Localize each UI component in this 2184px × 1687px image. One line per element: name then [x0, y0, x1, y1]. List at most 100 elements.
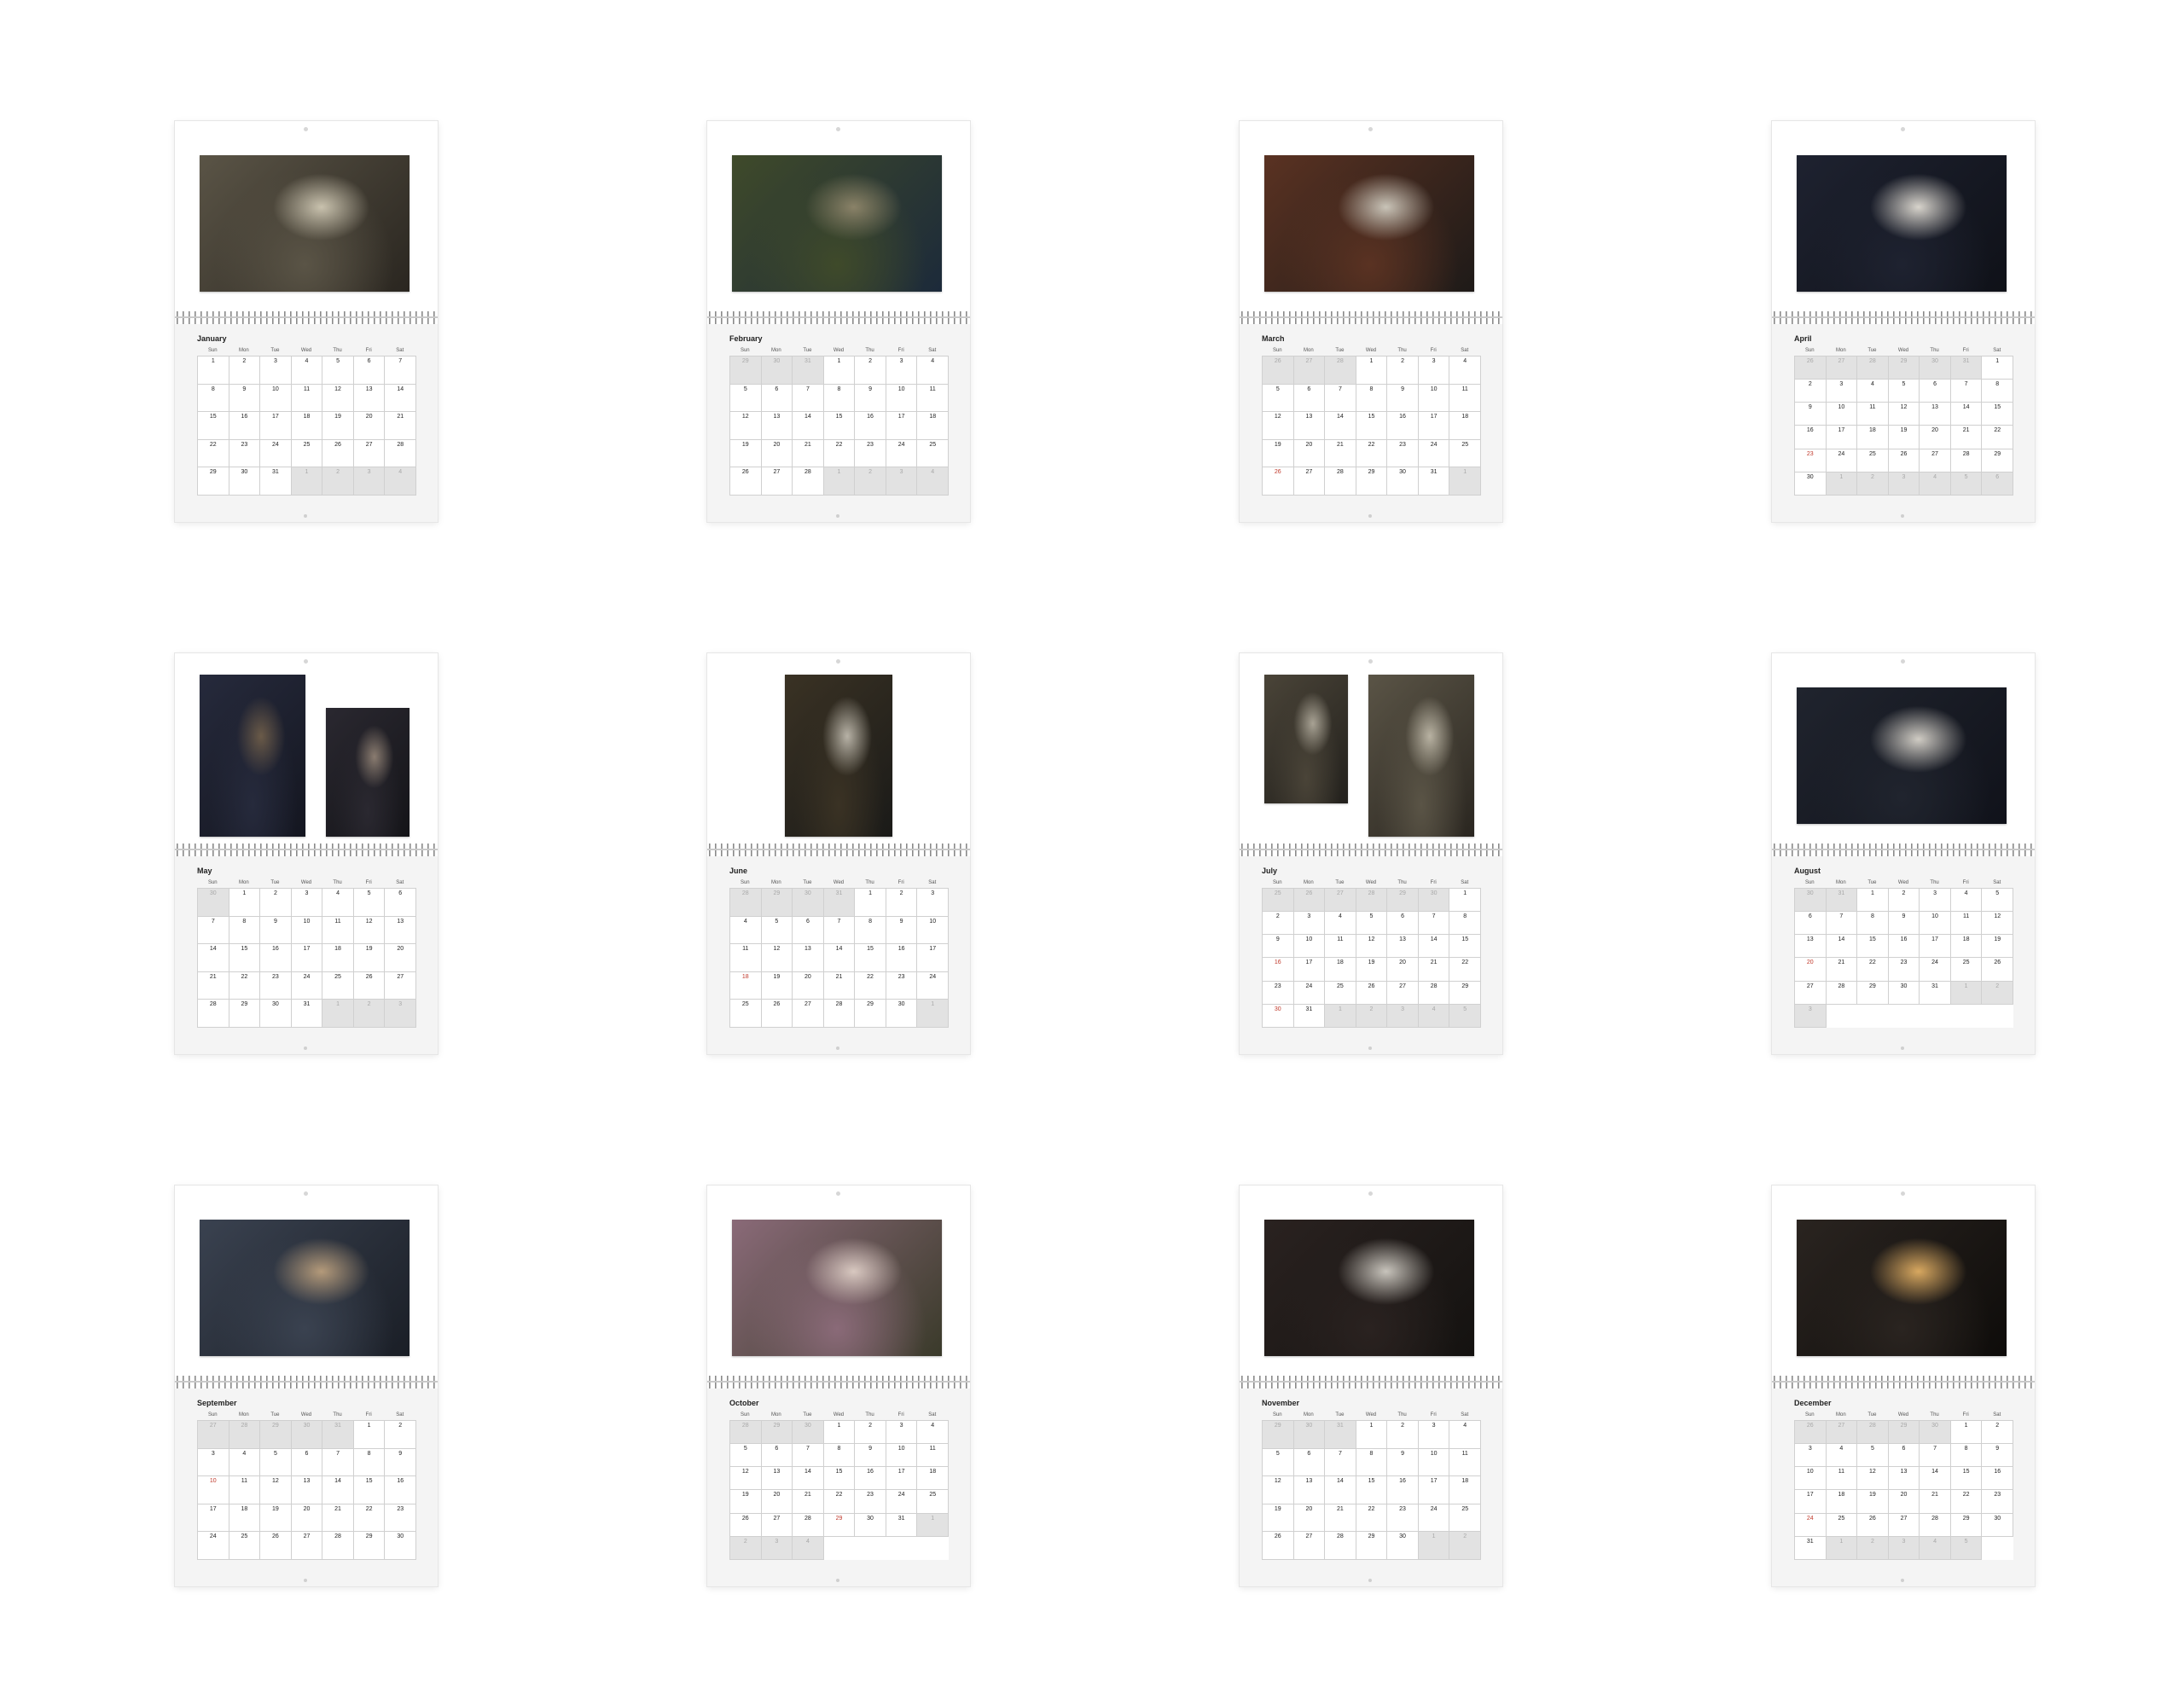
weekday-label: Mon: [1836, 348, 1846, 353]
calendar-page-april[interactable]: April Sun Mon Tue Wed Thu Fri Sat 26 27 28 29 30 31 1 2…: [1772, 121, 2035, 522]
calendar-page-march[interactable]: March Sun Mon Tue Wed Thu Fri Sat 26 27 28 1 2 3 4 5 6 7 8…: [1240, 121, 1502, 522]
day-cell: 19: [761, 971, 793, 1000]
day-cell: 9: [385, 1448, 416, 1477]
day-cell: 25: [917, 439, 949, 468]
month-name: April: [1794, 334, 1812, 343]
day-cell: 24: [1920, 958, 1951, 982]
footer-mark: [1368, 1046, 1372, 1050]
weekday-label: Wed: [300, 880, 312, 885]
day-cell: 8: [1356, 384, 1388, 413]
day-cell: 18: [322, 944, 354, 972]
calendar-page-january[interactable]: January Sun Mon Tue Wed Thu Fri Sat 1 2 3 4 5 6 7 8 9 10 1…: [175, 121, 438, 522]
day-cell: 7: [823, 916, 856, 945]
day-cell: 29: [823, 1513, 856, 1537]
footer-mark: [1368, 1579, 1372, 1582]
day-cell: 13: [1387, 935, 1419, 959]
weekday-header: Sun Mon Tue Wed Thu Fri Sat: [729, 880, 948, 885]
day-grid: 25 26 27 28 29 30 1 2 3 4 5 6 7 8 9 10 11 12 13 14 15 16 17 18 1…: [1262, 888, 1481, 1028]
day-cell: 29: [198, 467, 229, 496]
day-cell: 12: [1263, 412, 1294, 440]
day-cell: 21: [1418, 958, 1450, 982]
month-name: February: [729, 334, 763, 343]
day-cell: 26: [260, 1532, 292, 1560]
day-cell-adjacent-month: 3: [761, 1536, 793, 1560]
day-cell: 26: [730, 467, 762, 496]
calendar-page-july[interactable]: July Sun Mon Tue Wed Thu Fri Sat 25 26 27 28 29 30 1 2 3…: [1240, 653, 1502, 1054]
day-cell: 29: [1950, 1513, 1983, 1537]
day-cell: 19: [353, 944, 386, 972]
day-cell-adjacent-month: 3: [353, 467, 386, 496]
day-cell: 11: [1449, 1448, 1481, 1477]
day-grid: 26 27 28 29 30 1 2 3 4 5 6 7 8 9 10 11 12 13 14 15 16 17 18 19 2…: [1794, 1420, 2013, 1560]
day-cell: 17: [1795, 1490, 1827, 1514]
day-cell: 30: [229, 467, 261, 496]
day-cell: 24: [198, 1532, 229, 1560]
day-cell: 26: [1356, 981, 1388, 1005]
day-cell: 5: [1857, 1444, 1889, 1468]
day-cell-adjacent-month: 2: [730, 1536, 762, 1560]
day-cell-adjacent-month: 30: [793, 889, 824, 917]
day-cell-adjacent-month: 2: [855, 467, 886, 496]
day-cell: 30: [260, 1000, 292, 1028]
day-cell: 18: [1950, 935, 1983, 959]
calendar-page-october[interactable]: October Sun Mon Tue Wed Thu Fri Sat 28 29 30 1 2 3 4 5 6…: [707, 1186, 970, 1586]
day-cell: 12: [260, 1476, 292, 1504]
photo-man-with-stone-statue: [732, 155, 942, 292]
day-cell: 2: [1982, 1421, 2013, 1445]
day-cell: 23: [855, 1490, 886, 1514]
day-cell: 2: [1387, 1421, 1419, 1449]
weekday-label: Sun: [1272, 880, 1282, 885]
spiral-binding: [175, 844, 438, 856]
day-cell: 1: [1950, 1421, 1983, 1445]
day-cell: 22: [229, 971, 261, 1000]
month-name: January: [197, 334, 227, 343]
day-cell-adjacent-month: 28: [1356, 889, 1388, 913]
day-cell: 19: [322, 412, 354, 440]
day-cell: 15: [1950, 1467, 1983, 1491]
weekday-label: Fri: [1962, 348, 1969, 353]
calendar-page-may[interactable]: May Sun Mon Tue Wed Thu Fri Sat 30 1 2 3 4 5 6 7 8 9 10 11 1…: [175, 653, 438, 1054]
weekday-label: Fri: [897, 348, 904, 353]
calendar-page-november[interactable]: November Sun Mon Tue Wed Thu Fri Sat 29 30 31 1 2 3 4 5…: [1240, 1186, 1502, 1586]
day-cell: 10: [1795, 1467, 1827, 1491]
photo-man-with-magnifying-glass: [200, 1220, 410, 1356]
day-cell-adjacent-month: 27: [1293, 357, 1326, 385]
day-cell: 30: [855, 1513, 886, 1537]
day-cell: 2: [1888, 889, 1920, 913]
calendar-grid-area: February Sun Mon Tue Wed Thu Fri Sat 29 30 31 1 2 3 4 5…: [707, 324, 970, 522]
calendar-page-february[interactable]: February Sun Mon Tue Wed Thu Fri Sat 29 30 31 1 2 3 4 5…: [707, 121, 970, 522]
day-cell: 6: [1888, 1444, 1920, 1468]
day-cell: 30: [1888, 981, 1920, 1005]
footer-mark: [304, 514, 307, 518]
calendar-page-december[interactable]: December Sun Mon Tue Wed Thu Fri Sat 26 27 28 29 30 1…: [1772, 1186, 2035, 1586]
day-cell: 22: [1356, 439, 1388, 468]
day-cell: 2: [886, 889, 918, 917]
day-cell-adjacent-month: 1: [823, 467, 856, 496]
day-cell-adjacent-month: 1: [1325, 1004, 1356, 1028]
day-cell: 6: [761, 1444, 793, 1468]
calendar-page-september[interactable]: September Sun Mon Tue Wed Thu Fri Sat 27 28 29 30 31…: [175, 1186, 438, 1586]
day-cell: 16: [855, 1467, 886, 1491]
day-cell: 13: [353, 384, 386, 413]
weekday-label: Sat: [1993, 1412, 2001, 1417]
day-cell: 20: [1920, 426, 1951, 449]
calendar-page-august[interactable]: August Sun Mon Tue Wed Thu Fri Sat 30 31 1 2 3 4 5 6 7 8 9…: [1772, 653, 2035, 1054]
day-cell: 8: [823, 384, 856, 413]
day-cell-adjacent-month: 3: [1888, 472, 1920, 496]
calendar-page-june[interactable]: June Sun Mon Tue Wed Thu Fri Sat 28 29 30 31 1 2 3 4 5 6 7…: [707, 653, 970, 1054]
day-cell: 22: [1950, 1490, 1983, 1514]
hanging-hole: [1901, 127, 1905, 131]
day-cell: 12: [730, 1467, 762, 1491]
photo-man-in-library-with-cane: [785, 675, 892, 837]
day-cell: 16: [1982, 1467, 2013, 1491]
day-cell-adjacent-month: 31: [793, 357, 824, 385]
day-cell: 23: [886, 971, 918, 1000]
day-cell: 4: [229, 1448, 261, 1477]
photo-area: [175, 121, 438, 313]
day-cell: 17: [1293, 958, 1326, 982]
weekday-label: Thu: [865, 348, 874, 353]
day-cell: 20: [1387, 958, 1419, 982]
day-cell: 8: [353, 1448, 386, 1477]
day-cell: 20: [291, 1504, 323, 1533]
weekday-label: Sun: [1804, 348, 1815, 353]
